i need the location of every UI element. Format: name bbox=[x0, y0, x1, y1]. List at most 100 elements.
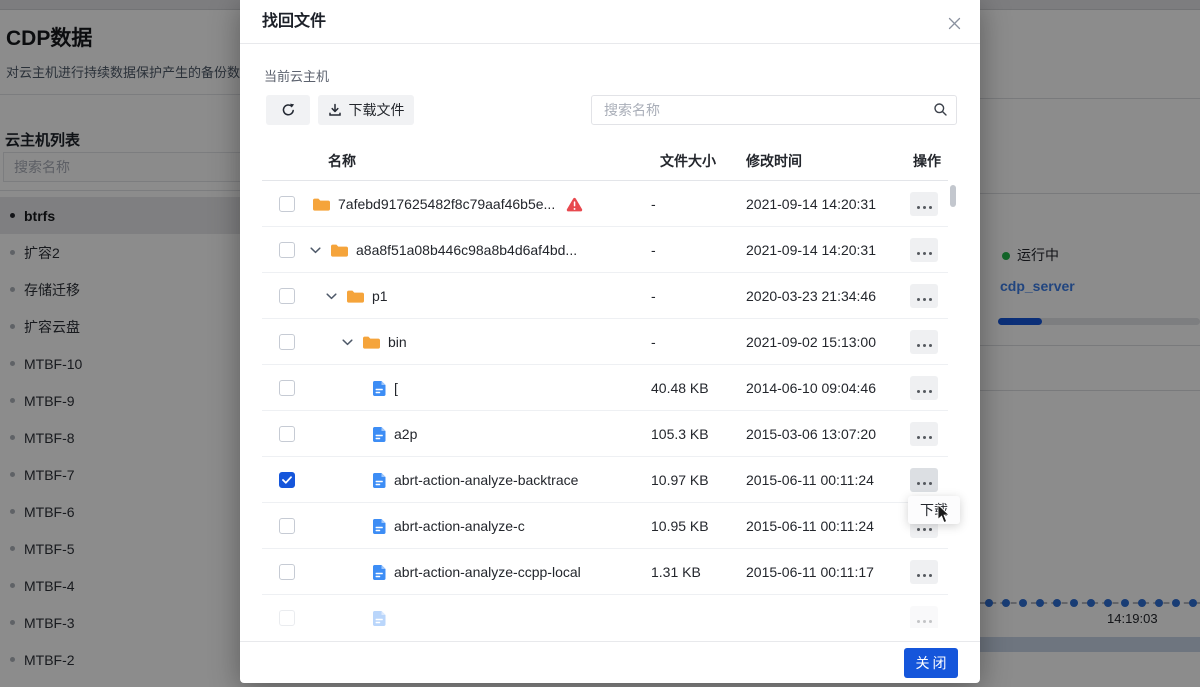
ellipsis-icon bbox=[915, 427, 933, 442]
file-icon bbox=[372, 472, 387, 489]
file-name-cell: p1 bbox=[326, 273, 388, 319]
row-checkbox[interactable] bbox=[279, 288, 295, 304]
app-window: CDP数据 对云主机进行持续数据保护产生的备份数据，存放 云主机列表 btrfs… bbox=[0, 0, 1200, 687]
file-name-cell: [ bbox=[372, 365, 398, 411]
ellipsis-icon bbox=[915, 381, 933, 396]
row-actions-button[interactable] bbox=[910, 284, 938, 308]
row-actions-button[interactable] bbox=[910, 330, 938, 354]
download-menu-item[interactable]: 下载 bbox=[908, 496, 960, 524]
ellipsis-icon bbox=[915, 473, 933, 488]
folder-icon bbox=[312, 197, 331, 212]
modal-header: 找回文件 bbox=[240, 0, 980, 44]
chevron-down-icon[interactable] bbox=[310, 247, 323, 254]
download-icon bbox=[328, 103, 342, 117]
table-row: bin-2021-09-02 15:13:00 bbox=[240, 319, 980, 365]
row-checkbox[interactable] bbox=[279, 472, 295, 488]
file-name-cell: a2p bbox=[372, 411, 417, 457]
table-row: abrt-action-analyze-ccpp-local 1.31 KB 201… bbox=[240, 549, 980, 595]
file-name-cell: abrt-action-analyze-backtrace bbox=[372, 457, 578, 503]
refresh-button[interactable] bbox=[266, 95, 310, 125]
retrieve-files-modal: 找回文件 当前云主机 下载文件 名称 文件大小 bbox=[240, 0, 980, 683]
row-checkbox[interactable] bbox=[279, 564, 295, 580]
file-name: a2p bbox=[394, 426, 417, 442]
row-checkbox[interactable] bbox=[279, 518, 295, 534]
current-host-label: 当前云主机 bbox=[264, 66, 329, 85]
file-name: bin bbox=[388, 334, 407, 350]
ellipsis-icon bbox=[915, 611, 933, 626]
ellipsis-icon bbox=[915, 335, 933, 350]
file-size: 10.97 KB bbox=[651, 457, 709, 503]
file-modified-time: 2021-09-14 14:20:31 bbox=[746, 227, 876, 273]
row-actions-button[interactable] bbox=[910, 192, 938, 216]
modal-footer: 关闭 bbox=[240, 641, 980, 683]
row-checkbox[interactable] bbox=[279, 242, 295, 258]
file-icon bbox=[372, 610, 387, 627]
close-icon[interactable] bbox=[946, 15, 962, 31]
file-modified-time: 2015-06-11 00:11:24 bbox=[746, 503, 874, 549]
file-name: abrt-action-analyze-backtrace bbox=[394, 472, 578, 488]
file-icon bbox=[372, 564, 387, 581]
file-table-body: 7afebd917625482f8c79aaf46b5e... - 2021-09-… bbox=[240, 181, 980, 628]
close-button[interactable]: 关闭 bbox=[904, 648, 958, 678]
row-actions-button[interactable] bbox=[910, 606, 938, 628]
row-actions-button[interactable] bbox=[910, 238, 938, 262]
ellipsis-icon bbox=[915, 289, 933, 304]
file-modified-time: 2015-06-11 00:11:17 bbox=[746, 549, 874, 595]
row-checkbox[interactable] bbox=[279, 380, 295, 396]
ellipsis-icon bbox=[915, 243, 933, 258]
file-name-cell: abrt-action-analyze-ccpp-local bbox=[372, 549, 581, 595]
column-header-name: 名称 bbox=[328, 151, 356, 171]
table-row: p1-2020-03-23 21:34:46 bbox=[240, 273, 980, 319]
file-name-cell: bin bbox=[342, 319, 407, 365]
file-size: 10.95 KB bbox=[651, 503, 709, 549]
file-icon bbox=[372, 426, 387, 443]
row-actions-button[interactable] bbox=[910, 422, 938, 446]
file-size: 105.3 KB bbox=[651, 411, 709, 457]
file-icon bbox=[372, 380, 387, 397]
row-actions-button[interactable] bbox=[910, 468, 938, 492]
file-name: p1 bbox=[372, 288, 388, 304]
file-name: [ bbox=[394, 380, 398, 396]
file-size: 1.31 KB bbox=[651, 549, 701, 595]
modal-title: 找回文件 bbox=[262, 0, 326, 44]
file-size: - bbox=[651, 181, 656, 227]
file-name: 7afebd917625482f8c79aaf46b5e... bbox=[338, 196, 555, 212]
table-row: a8a8f51a08b446c98a8b4d6af4bd...-2021-09-… bbox=[240, 227, 980, 273]
row-checkbox[interactable] bbox=[279, 610, 295, 626]
table-row: a2p 105.3 KB 2015-03-06 13:07:20 bbox=[240, 411, 980, 457]
file-search-input[interactable] bbox=[591, 95, 957, 125]
file-name-cell bbox=[372, 595, 387, 628]
file-table: 名称 文件大小 修改时间 操作 7afebd917625482f8c79aaf4… bbox=[240, 143, 980, 628]
file-name-cell: a8a8f51a08b446c98a8b4d6af4bd... bbox=[310, 227, 577, 273]
ellipsis-icon bbox=[915, 565, 933, 580]
search-icon[interactable] bbox=[933, 102, 948, 122]
download-button-label: 下载文件 bbox=[349, 100, 405, 120]
table-row: 7afebd917625482f8c79aaf46b5e... - 2021-09-… bbox=[240, 181, 980, 227]
file-name-cell: 7afebd917625482f8c79aaf46b5e... bbox=[312, 181, 583, 227]
column-header-size: 文件大小 bbox=[660, 151, 716, 171]
row-actions-button[interactable] bbox=[910, 376, 938, 400]
chevron-down-icon[interactable] bbox=[326, 293, 339, 300]
table-row: abrt-action-analyze-c 10.95 KB 2015-06-11 … bbox=[240, 503, 980, 549]
file-name: abrt-action-analyze-c bbox=[394, 518, 525, 534]
file-size: - bbox=[651, 273, 656, 319]
download-files-button[interactable]: 下载文件 bbox=[318, 95, 414, 125]
row-actions-button[interactable] bbox=[910, 560, 938, 584]
file-modified-time: 2021-09-14 14:20:31 bbox=[746, 181, 876, 227]
file-name: abrt-action-analyze-ccpp-local bbox=[394, 564, 581, 580]
mouse-cursor-icon bbox=[937, 504, 951, 529]
row-checkbox[interactable] bbox=[279, 334, 295, 350]
file-modified-time: 2021-09-02 15:13:00 bbox=[746, 319, 876, 365]
table-scrollbar[interactable] bbox=[950, 185, 956, 207]
row-checkbox[interactable] bbox=[279, 426, 295, 442]
table-row: abrt-action-analyze-backtrace 10.97 KB 201… bbox=[240, 457, 980, 503]
column-header-actions: 操作 bbox=[913, 151, 941, 171]
chevron-down-icon[interactable] bbox=[342, 339, 355, 346]
file-name: a8a8f51a08b446c98a8b4d6af4bd... bbox=[356, 242, 577, 258]
file-modified-time: 2015-03-06 13:07:20 bbox=[746, 411, 876, 457]
row-checkbox[interactable] bbox=[279, 196, 295, 212]
file-name-cell: abrt-action-analyze-c bbox=[372, 503, 525, 549]
file-modified-time: 2015-06-11 00:11:24 bbox=[746, 457, 874, 503]
file-table-header: 名称 文件大小 修改时间 操作 bbox=[240, 143, 980, 181]
table-row bbox=[240, 595, 980, 628]
